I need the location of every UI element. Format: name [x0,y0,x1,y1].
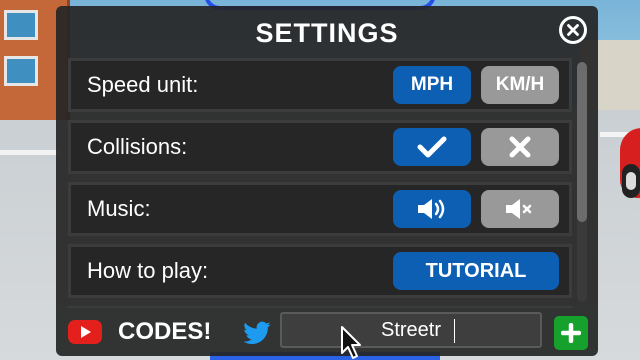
music-off-button[interactable] [481,190,559,228]
setting-row-collisions: Collisions: [68,120,572,174]
speed-unit-kmh-button[interactable]: KM/H [481,66,559,104]
youtube-icon[interactable] [68,320,102,344]
car-rim [626,172,636,190]
setting-label: How to play: [87,258,209,283]
settings-scrollbar[interactable] [577,62,587,302]
speaker-on-icon [418,199,445,219]
setting-label: Collisions: [87,134,188,159]
settings-panel: SETTINGS Speed unit: MPH KM/H Collisions… [56,6,598,356]
setting-row-music: Music: [68,182,572,236]
checkmark-icon [417,136,447,158]
scrollbar-thumb[interactable] [577,62,587,222]
red-car [620,128,640,198]
codes-label: CODES! [118,318,212,345]
add-code-button[interactable] [554,316,588,350]
text-caret [454,319,455,343]
setting-row-partial [68,306,572,308]
music-on-button[interactable] [393,190,471,228]
mouse-cursor-icon [341,326,361,359]
codes-bar: CODES! [64,310,590,352]
speaker-muted-icon [506,199,532,219]
x-icon [509,136,531,158]
setting-row-speed-unit: Speed unit: MPH KM/H [68,58,572,112]
lane-marking [0,150,60,155]
building-window [4,10,38,40]
collisions-off-button[interactable] [481,128,559,166]
setting-label: Speed unit: [87,72,199,97]
settings-list: Speed unit: MPH KM/H Collisions: Music: [68,58,578,308]
twitter-bird-icon[interactable] [240,318,274,348]
tutorial-button[interactable]: TUTORIAL [393,252,559,290]
plus-icon [561,323,581,343]
close-circle-icon [567,24,579,36]
speed-unit-mph-button[interactable]: MPH [393,66,471,104]
building-window [4,56,38,86]
collisions-on-button[interactable] [393,128,471,166]
panel-title: SETTINGS [255,18,399,48]
setting-row-how-to-play: How to play: TUTORIAL [68,244,572,298]
setting-label: Music: [87,196,151,221]
code-input[interactable] [280,312,542,348]
close-button[interactable] [559,16,587,44]
